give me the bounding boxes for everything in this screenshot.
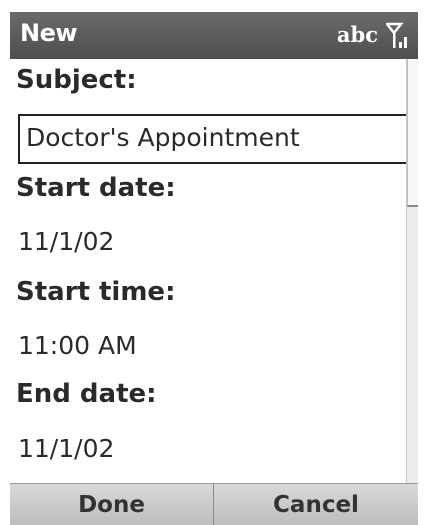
softkey-bar: Done Cancel xyxy=(10,483,418,525)
subject-label: Subject: xyxy=(16,65,137,95)
title-bar: New abc xyxy=(10,12,418,59)
scrollbar[interactable] xyxy=(406,59,418,483)
end-date-field[interactable]: 11/1/02 xyxy=(18,434,114,463)
subject-input[interactable]: Doctor's Appointment xyxy=(18,114,410,164)
signal-strength-icon xyxy=(386,22,407,48)
end-date-label: End date: xyxy=(16,379,157,409)
start-date-label: Start date: xyxy=(16,173,176,203)
window-title: New xyxy=(20,19,78,47)
subject-input-value: Doctor's Appointment xyxy=(26,123,300,152)
start-date-field[interactable]: 11/1/02 xyxy=(18,227,114,256)
appointment-form: Subject: Doctor's Appointment Start date… xyxy=(10,59,418,483)
done-button[interactable]: Done xyxy=(10,484,214,525)
scrollbar-thumb[interactable] xyxy=(407,59,418,207)
cancel-button[interactable]: Cancel xyxy=(214,484,418,525)
start-time-field[interactable]: 11:00 AM xyxy=(18,331,137,360)
input-mode-indicator: abc xyxy=(336,22,378,47)
start-time-label: Start time: xyxy=(16,277,176,307)
